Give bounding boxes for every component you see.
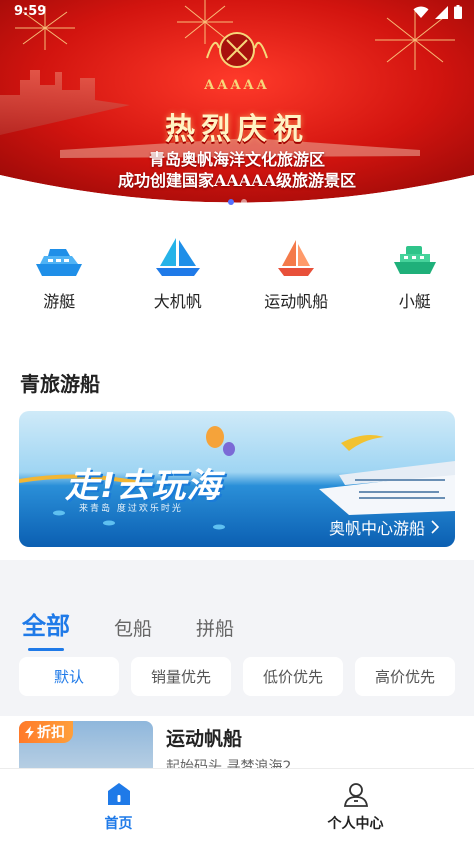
nav-profile-label: 个人中心 — [327, 816, 384, 832]
carousel-dot-active[interactable] — [227, 199, 234, 205]
tab-shared[interactable]: 拼船 — [196, 614, 234, 641]
carousel-indicator — [0, 199, 474, 205]
cruise-link-label: 奥帆中心游船 — [328, 519, 425, 538]
banner-logo-text: AAAAA — [204, 78, 270, 93]
category-label: 小艇 — [398, 292, 431, 311]
category-small-boat[interactable]: 小艇 — [356, 232, 474, 312]
tab-label: 拼船 — [196, 618, 235, 640]
category-yacht[interactable]: 游艇 — [0, 232, 119, 312]
battery-icon — [454, 5, 462, 19]
sort-price-low[interactable]: 低价优先 — [243, 657, 343, 696]
cruise-link[interactable]: 奥帆中心游船 — [329, 515, 439, 539]
tab-label: 全部 — [22, 612, 70, 640]
nav-profile[interactable]: 个人中心 — [237, 769, 474, 844]
sport-sailboat-icon — [268, 232, 324, 278]
sort-price-high[interactable]: 高价优先 — [355, 657, 455, 696]
status-icons — [413, 5, 462, 19]
section-title: 青旅游船 — [20, 372, 100, 396]
bottom-navigation: 首页 个人中心 — [0, 768, 474, 844]
nav-home[interactable]: 首页 — [0, 769, 237, 844]
lightning-icon — [25, 725, 34, 739]
sailboat-icon — [150, 232, 206, 278]
discount-badge: 折扣 — [19, 721, 73, 743]
category-sport-sailboat[interactable]: 运动帆船 — [237, 232, 356, 312]
tab-active-underline — [28, 648, 64, 651]
chevron-right-icon — [431, 520, 439, 534]
home-icon — [107, 783, 130, 805]
booking-tabs: 全部 包船 拼船 — [22, 606, 278, 651]
sort-sales[interactable]: 销量优先 — [131, 657, 231, 696]
user-icon — [343, 783, 368, 807]
small-boat-icon — [387, 232, 443, 278]
cellular-signal-icon — [435, 5, 448, 19]
sort-options: 默认 销量优先 低价优先 高价优先 — [19, 657, 455, 696]
cruise-promo-card[interactable]: 走!去玩海 来青岛 度过欢乐时光 奥帆中心游船 — [19, 411, 455, 547]
status-bar: 9:59 — [0, 0, 474, 26]
category-label: 运动帆船 — [264, 292, 329, 311]
banner-headline: 热烈庆祝 — [165, 112, 309, 147]
cruise-subtitle: 来青岛 度过欢乐时光 — [79, 504, 183, 514]
nav-home-label: 首页 — [104, 816, 133, 832]
tab-all[interactable]: 全部 — [22, 606, 70, 651]
banner-line-2: 成功创建国家AAAAA级旅游景区 — [117, 171, 357, 190]
category-grid: 游艇 大机帆 运动帆船 小艇 — [0, 232, 474, 312]
cruise-slogan: 走!去玩海 — [65, 466, 222, 506]
product-title: 运动帆船 — [166, 728, 243, 750]
category-sailboat[interactable]: 大机帆 — [119, 232, 238, 312]
yacht-icon — [31, 232, 87, 278]
tab-label: 包船 — [114, 618, 153, 640]
status-time: 9:59 — [14, 4, 47, 19]
discount-badge-label: 折扣 — [37, 725, 65, 741]
tab-charter[interactable]: 包船 — [114, 614, 152, 641]
sort-default[interactable]: 默认 — [19, 657, 119, 696]
category-label: 大机帆 — [153, 292, 202, 311]
carousel-dot[interactable] — [240, 199, 247, 205]
wifi-icon — [413, 6, 429, 18]
category-label: 游艇 — [43, 292, 76, 311]
promo-banner[interactable]: AAAAA 热烈庆祝 青岛奥帆海洋文化旅游区 成功创建国家AAAAA级旅游景区 — [0, 0, 474, 215]
